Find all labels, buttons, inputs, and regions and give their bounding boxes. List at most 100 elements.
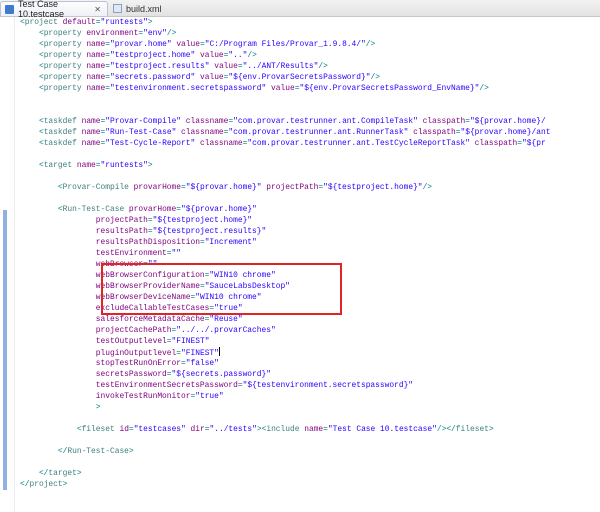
code-token: /> — [422, 183, 433, 192]
code-token: "Reuse" — [209, 315, 243, 324]
code-token: "Test-Cycle-Report" — [105, 139, 196, 148]
code-token: /> — [166, 29, 177, 38]
code-token: "secrets.password" — [110, 73, 196, 82]
code-token: property — [43, 29, 82, 38]
code-token: stopTestRunOnError — [20, 359, 181, 368]
code-line: <property name="testproject.home" value=… — [20, 50, 550, 61]
code-token: < — [20, 29, 44, 38]
code-token: "${provar.home}/ — [469, 117, 546, 126]
code-token: value — [195, 73, 224, 82]
code-area[interactable]: <project default="runtests"> <property e… — [20, 17, 550, 490]
code-token: classpath — [408, 128, 456, 137]
code-line: <Run-Test-Case provarHome="${provar.home… — [20, 204, 550, 215]
code-token: "FINEST" — [171, 337, 210, 346]
code-token: target — [48, 469, 77, 478]
code-line: testEnvironmentSecretsPassword="${testen… — [20, 380, 550, 391]
code-line: <property name="testproject.results" val… — [20, 61, 550, 72]
code-token: property — [43, 51, 82, 60]
close-icon[interactable]: ✕ — [94, 5, 101, 14]
code-token: "testproject.results" — [110, 62, 210, 71]
change-marker — [3, 210, 7, 490]
code-line: <taskdef name="Provar-Compile" classname… — [20, 116, 550, 127]
code-token: name — [299, 425, 324, 434]
code-line: invokeTestRunMonitor="true" — [20, 391, 550, 402]
text-cursor — [218, 347, 220, 356]
code-token: "Run-Test-Case" — [105, 128, 177, 137]
code-token: < — [20, 40, 44, 49]
code-token: "provar.home" — [110, 40, 172, 49]
xml-file-icon — [113, 4, 122, 13]
code-token: "${secrets.password}" — [171, 370, 271, 379]
code-token: classname — [176, 128, 224, 137]
editor-tab-bar: Test Case 10.testcase ✕ build.xml — [0, 0, 600, 19]
code-token: target — [43, 161, 73, 170]
code-token: "${provar.home}/ant — [460, 128, 551, 137]
code-line: <taskdef name="Test-Cycle-Report" classn… — [20, 138, 550, 149]
xml-editor[interactable]: <project default="runtests"> <property e… — [0, 17, 600, 512]
code-token: < — [20, 205, 63, 214]
code-token: property — [43, 40, 82, 49]
code-line: <property name="testenvironment.secretsp… — [20, 83, 550, 94]
code-token: name — [76, 128, 101, 137]
code-token: < — [20, 139, 44, 148]
code-line: resultsPathDisposition="Increment" — [20, 237, 550, 248]
code-token: value — [266, 84, 295, 93]
code-token: name — [81, 51, 106, 60]
code-token: /> — [370, 73, 380, 82]
code-token: < — [20, 425, 82, 434]
code-token: "../ANT/Results" — [242, 62, 319, 71]
code-token: testEnvironment — [20, 249, 167, 258]
code-token: "false" — [185, 359, 219, 368]
code-line: <target name="runtests"> — [20, 160, 550, 171]
code-token: classname — [181, 117, 229, 126]
code-token: "FINEST" — [181, 349, 219, 358]
code-line: pluginOutputlevel="FINEST" — [20, 347, 550, 358]
code-token: "env" — [143, 29, 167, 38]
code-token: "com.provar.testrunner.ant.RunnerTask" — [228, 128, 409, 137]
code-token: < — [20, 51, 44, 60]
code-token: default — [57, 18, 96, 27]
code-token: fileset — [455, 425, 489, 434]
code-token: name — [81, 73, 106, 82]
code-token: property — [43, 73, 82, 82]
code-token: "testcases" — [133, 425, 186, 434]
code-token: > — [62, 480, 68, 489]
code-line: </Run-Test-Case> — [20, 446, 550, 457]
code-token: Run-Test-Case — [62, 205, 125, 214]
code-token: taskdef — [43, 139, 77, 148]
tab-test-case-10[interactable]: Test Case 10.testcase ✕ — [0, 0, 108, 19]
code-line: <taskdef name="Run-Test-Case" classname=… — [20, 127, 551, 138]
code-token: name — [81, 62, 106, 71]
code-token: /> — [318, 62, 328, 71]
code-token: "Provar-Compile" — [105, 117, 182, 126]
code-token: >< — [256, 425, 267, 434]
code-token: name — [81, 84, 106, 93]
code-line: </project> — [20, 479, 550, 490]
tab-build-xml[interactable]: build.xml — [109, 1, 173, 16]
code-token: Provar-Compile — [62, 183, 129, 192]
code-line: testEnvironment="" — [20, 248, 550, 259]
code-token: "com.provar.testrunner.ant.CompileTask" — [233, 117, 418, 126]
code-token: classpath — [469, 139, 518, 148]
code-token: > — [488, 425, 494, 434]
code-token: "com.provar.testrunner.ant.TestCycleRepo… — [247, 139, 470, 148]
code-line: <Provar-Compile provarHome="${provar.hom… — [20, 182, 550, 193]
code-token: "${testenvironment.secretspassword}" — [242, 381, 414, 390]
code-token: "${testproject.results}" — [152, 227, 267, 236]
code-token: "Increment" — [204, 238, 257, 247]
code-token: "testenvironment.secretspassword" — [110, 84, 267, 93]
code-line: <property environment="env"/> — [20, 28, 550, 39]
code-line: stopTestRunOnError="false" — [20, 358, 550, 369]
code-token: classname — [195, 139, 243, 148]
code-token: < — [20, 62, 44, 71]
code-token: pluginOutputlevel — [20, 349, 177, 358]
code-token: < — [20, 183, 63, 192]
highlight-box — [101, 263, 342, 315]
code-line: projectPath="${testproject.home}" — [20, 215, 550, 226]
